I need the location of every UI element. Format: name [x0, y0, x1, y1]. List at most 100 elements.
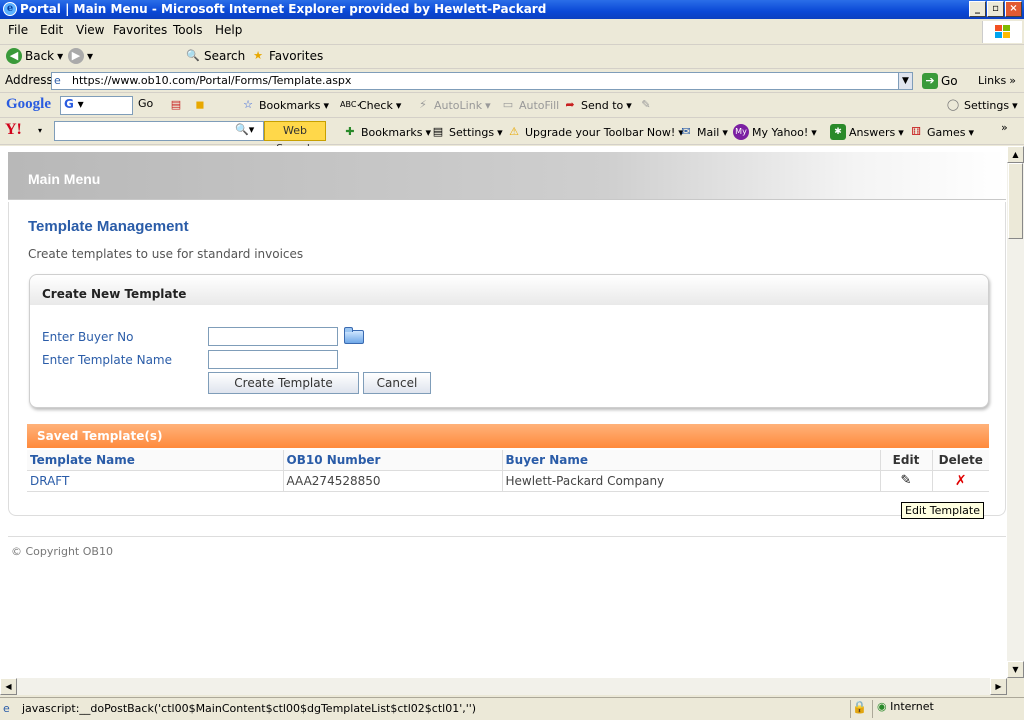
- web-search-button[interactable]: Web Search: [264, 121, 326, 155]
- template-name-label: Enter Template Name: [42, 353, 172, 367]
- upgrade-toolbar-button[interactable]: ⚠ Upgrade your Toolbar Now! ▾: [506, 124, 684, 140]
- star-outline-icon: ☆: [243, 98, 253, 111]
- answers-icon: ✱: [830, 124, 846, 140]
- column-edit: Edit: [880, 450, 933, 471]
- search-button[interactable]: 🔍 Search: [185, 48, 245, 64]
- buyer-no-input[interactable]: [208, 327, 338, 346]
- windows-logo-icon: [982, 21, 1022, 43]
- google-go-button[interactable]: Go: [138, 97, 153, 110]
- google-bookmarks-button[interactable]: ☆ Bookmarks ▾: [240, 97, 329, 113]
- pencil-icon[interactable]: ✎: [901, 473, 912, 488]
- menu-edit[interactable]: Edit: [40, 23, 63, 37]
- close-button[interactable]: ×: [1005, 1, 1022, 17]
- title-bar: e Portal | Main Menu - Microsoft Interne…: [0, 0, 1024, 19]
- games-button[interactable]: ⚅ Games ▾: [908, 124, 974, 140]
- yahoo-mail-button[interactable]: ✉ Mail ▾: [678, 124, 727, 140]
- envelope-icon: ✉: [681, 125, 691, 138]
- autolink-icon: ⚡: [419, 98, 427, 111]
- folder-browse-icon[interactable]: [343, 327, 365, 345]
- scroll-left-arrow-icon[interactable]: ◀: [0, 678, 17, 695]
- address-dropdown-button[interactable]: ▼: [898, 72, 913, 90]
- lock-icon: 🔒: [850, 700, 868, 718]
- google-logo: Google: [6, 96, 51, 112]
- standard-toolbar: ◀ Back ▾ ▶ ▾ ✕ ↻ ⌂ 🔍 Search ★ Favorites …: [0, 45, 1024, 110]
- yahoo-search-input[interactable]: 🔍▾: [54, 121, 264, 141]
- address-label: Address: [5, 73, 53, 87]
- ie-icon: e: [3, 2, 17, 16]
- template-name-link[interactable]: DRAFT: [27, 470, 284, 492]
- back-button[interactable]: ◀ Back ▾: [6, 48, 63, 64]
- search-icon: 🔍: [186, 49, 200, 62]
- autofill-icon: ▭: [502, 98, 514, 111]
- back-arrow-icon: ◀: [6, 48, 22, 64]
- yahoo-bookmarks-button[interactable]: ✚ Bookmarks ▾: [342, 124, 431, 140]
- page-status-icon: e: [3, 702, 10, 715]
- address-input[interactable]: e https://www.ob10.com/Portal/Forms/Temp…: [51, 72, 913, 90]
- column-buyer-name[interactable]: Buyer Name: [502, 450, 881, 471]
- yahoo-logo: Y!: [5, 121, 22, 138]
- vertical-scroll-thumb[interactable]: [1008, 163, 1023, 239]
- forward-button[interactable]: ▶ ▾: [68, 48, 93, 64]
- menu-file[interactable]: File: [8, 23, 28, 37]
- globe-icon: ◉: [877, 700, 887, 713]
- highlight-icon[interactable]: ✎: [638, 97, 654, 113]
- menu-view[interactable]: View: [76, 23, 104, 37]
- table-row: DRAFT AAA274528850 Hewlett-Packard Compa…: [27, 470, 989, 492]
- column-template-name[interactable]: Template Name: [27, 450, 284, 471]
- scroll-up-arrow-icon[interactable]: ▲: [1007, 146, 1024, 163]
- abc-check-icon: ABC✓: [340, 100, 364, 109]
- scroll-corner: [1007, 678, 1024, 695]
- column-ob10-number[interactable]: OB10 Number: [283, 450, 503, 471]
- google-apps-icon[interactable]: ◼: [192, 97, 208, 113]
- scroll-down-arrow-icon[interactable]: ▼: [1007, 661, 1024, 678]
- main-menu-header: Main Menu: [8, 152, 1006, 200]
- go-button[interactable]: ➔ Go: [922, 73, 958, 89]
- yahoo-menu-chevron-icon[interactable]: ▾: [38, 126, 42, 135]
- dice-icon: ⚅: [911, 125, 921, 138]
- status-bar: e javascript:__doPostBack('ctl00$MainCon…: [0, 697, 1024, 720]
- send-to-icon: ➦: [565, 98, 575, 111]
- buyer-name-cell: Hewlett-Packard Company: [502, 470, 881, 492]
- google-toolbar: Google G ▾ Go ▤ ◼ ☆ Bookmarks ▾ ABC✓ Check …: [0, 93, 1024, 118]
- delete-x-icon[interactable]: ✗: [955, 473, 967, 489]
- menu-help[interactable]: Help: [215, 23, 242, 37]
- answers-button[interactable]: ✱ Answers ▾: [830, 124, 904, 140]
- warning-icon: ⚠: [509, 125, 519, 138]
- saved-templates-table: Template Name OB10 Number Buyer Name Edi…: [27, 450, 989, 492]
- autofill-button[interactable]: ▭ AutoFill: [500, 97, 559, 113]
- maximize-button[interactable]: ▫: [987, 1, 1004, 17]
- yahoo-settings-button[interactable]: ▤ Settings ▾: [430, 124, 503, 140]
- window-title: Portal | Main Menu - Microsoft Internet …: [20, 2, 547, 16]
- scroll-right-arrow-icon[interactable]: ▶: [990, 678, 1007, 695]
- spellcheck-button[interactable]: ABC✓ Check ▾: [340, 97, 401, 113]
- status-text: javascript:__doPostBack('ctl00$MainConte…: [22, 702, 477, 715]
- google-settings-button[interactable]: ◯ Settings ▾: [945, 97, 1018, 113]
- horizontal-scrollbar[interactable]: ◀ ▶: [0, 678, 1007, 695]
- edit-cell: ✎: [880, 470, 933, 492]
- buyer-no-label: Enter Buyer No: [42, 330, 134, 344]
- security-zone: ◉ Internet: [872, 700, 1022, 718]
- cancel-button[interactable]: Cancel: [363, 372, 431, 394]
- menu-favorites[interactable]: Favorites: [113, 23, 167, 37]
- page-content: Main Menu Template Management Create tem…: [0, 146, 1007, 678]
- toolbar-overflow-chevron-icon[interactable]: »: [1001, 121, 1008, 134]
- vertical-scrollbar[interactable]: ▲ ▼: [1007, 146, 1024, 678]
- create-template-button[interactable]: Create Template: [208, 372, 359, 394]
- my-yahoo-button[interactable]: My My Yahoo! ▾: [733, 124, 817, 140]
- autolink-button[interactable]: ⚡ AutoLink ▾: [415, 97, 490, 113]
- bookmark-plus-icon: ✚: [345, 125, 355, 138]
- page-title: Template Management: [28, 218, 189, 235]
- favorites-button[interactable]: ★ Favorites: [250, 48, 323, 64]
- google-news-icon[interactable]: ▤: [168, 97, 184, 113]
- magnifier-icon: 🔍▾: [235, 123, 255, 136]
- minimize-button[interactable]: _: [969, 1, 986, 17]
- my-yahoo-icon: My: [733, 124, 749, 140]
- menu-tools[interactable]: Tools: [173, 23, 203, 37]
- create-template-header: Create New Template: [30, 275, 988, 305]
- template-name-input[interactable]: [208, 350, 338, 369]
- send-to-button[interactable]: ➦ Send to ▾: [562, 97, 631, 113]
- links-button[interactable]: Links »: [978, 74, 1016, 87]
- copyright-footer: © Copyright OB10: [8, 536, 1006, 566]
- settings-circle-icon: ◯: [946, 98, 960, 111]
- google-search-input[interactable]: G ▾: [60, 96, 133, 115]
